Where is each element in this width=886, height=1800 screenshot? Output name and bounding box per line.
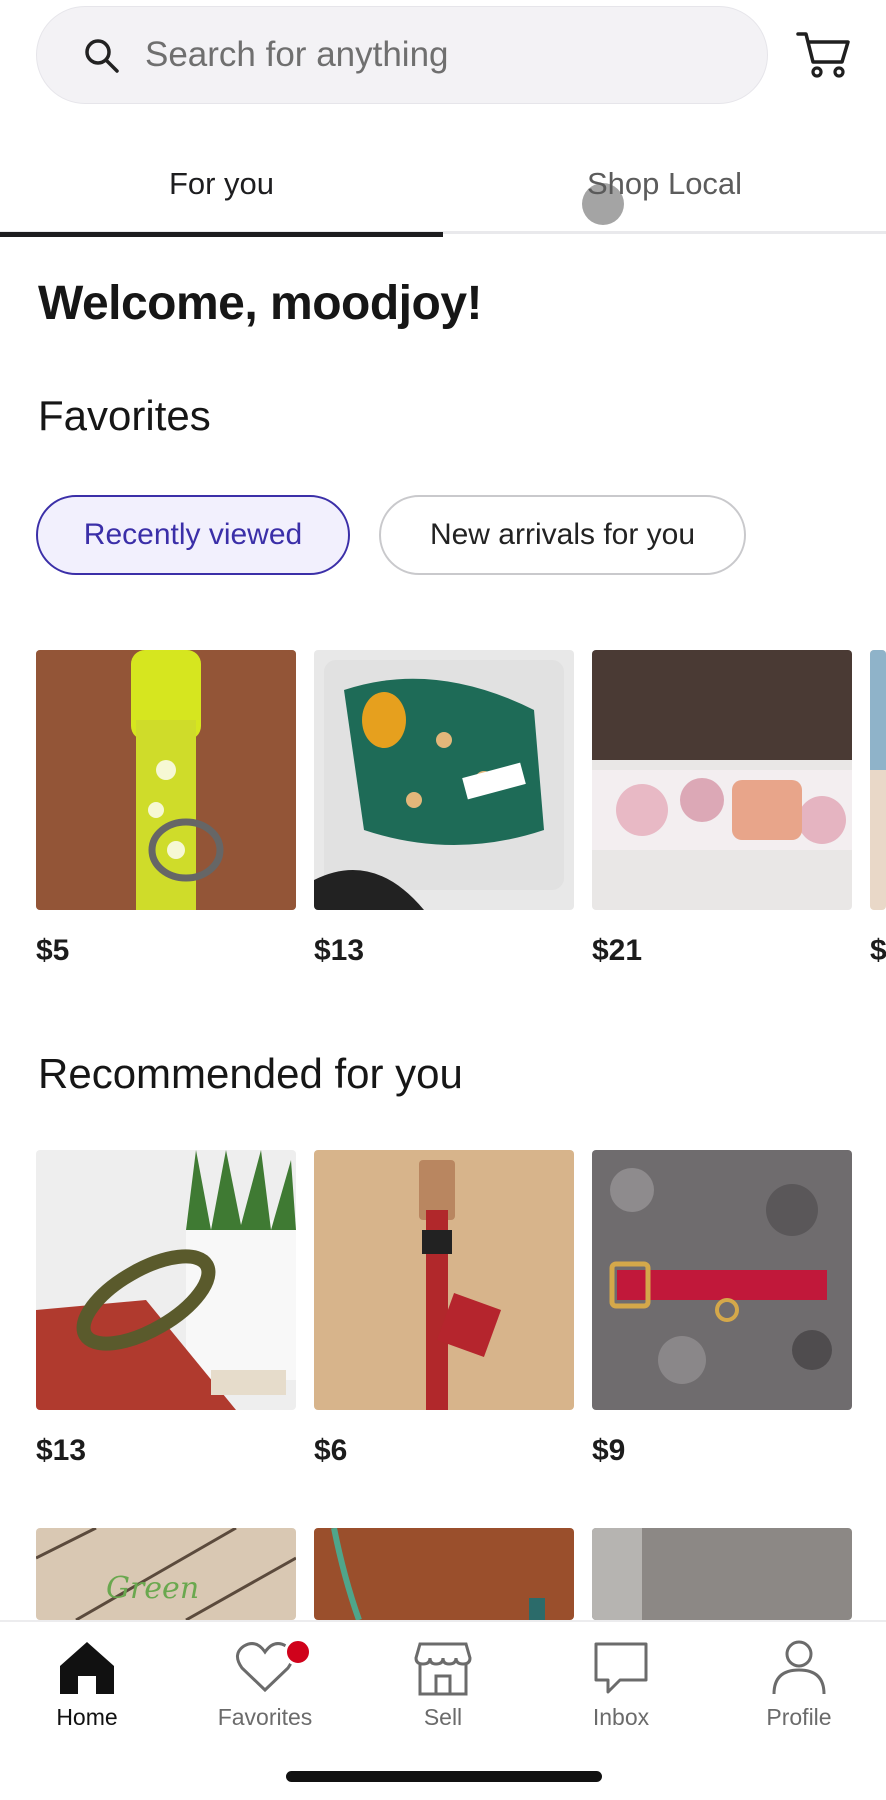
- recommended-item-6-image[interactable]: [592, 1528, 852, 1620]
- red-plaid-leash-photo: [314, 1150, 574, 1410]
- recommended-item-2-price: $6: [314, 1434, 348, 1467]
- yellow-collar-photo: [36, 650, 296, 910]
- tab-shop-local[interactable]: Shop Local: [443, 134, 886, 234]
- nav-favorites-label: Favorites: [217, 1704, 313, 1730]
- favorites-heading: Favorites: [38, 392, 211, 439]
- nav-sell-label: Sell: [423, 1704, 463, 1730]
- favorite-item-3-price: $21: [592, 934, 643, 967]
- partial-green-text: Green: [106, 1571, 199, 1606]
- green-harness-photo: [314, 650, 574, 910]
- search-input[interactable]: [145, 35, 705, 75]
- home-indicator: [286, 1771, 602, 1782]
- favorite-item-1-price: $5: [36, 934, 70, 967]
- recommended-item-5-image[interactable]: [314, 1528, 574, 1620]
- nav-home[interactable]: Home: [12, 1636, 162, 1746]
- partial-product-photo: [870, 650, 886, 910]
- recommended-item-3-image[interactable]: [592, 1150, 852, 1410]
- plaid-collar-on-granite-photo: [592, 1150, 852, 1410]
- person-icon: [772, 1640, 826, 1695]
- active-tab-underline: [0, 232, 443, 237]
- nav-home-label: Home: [56, 1704, 118, 1730]
- shop-icon: [414, 1642, 472, 1696]
- chip-new-arrivals[interactable]: New arrivals for you: [379, 495, 746, 575]
- tab-for-you-label: For you: [168, 166, 275, 201]
- cart-icon[interactable]: [796, 28, 852, 80]
- favorite-item-3-image[interactable]: [592, 650, 852, 910]
- home-icon: [60, 1642, 114, 1694]
- tab-bar: For you Shop Local: [0, 134, 886, 237]
- tab-for-you[interactable]: For you: [0, 134, 443, 237]
- nav-profile[interactable]: Profile: [724, 1636, 874, 1746]
- favorite-item-4-price: $: [870, 934, 886, 967]
- search-bar[interactable]: [36, 6, 768, 104]
- brown-surface-photo: [314, 1528, 574, 1620]
- search-icon: [85, 39, 119, 73]
- recommended-heading: Recommended for you: [38, 1050, 463, 1097]
- floral-collar-photo: [592, 650, 852, 910]
- nav-inbox-label: Inbox: [592, 1704, 650, 1730]
- nav-inbox[interactable]: Inbox: [546, 1636, 696, 1746]
- chip-new-arrivals-label: New arrivals for you: [429, 518, 696, 551]
- nav-sell[interactable]: Sell: [368, 1636, 518, 1746]
- recommended-item-2-image[interactable]: [314, 1150, 574, 1410]
- welcome-heading: Welcome, moodjoy!: [38, 277, 483, 330]
- chip-recently-viewed[interactable]: Recently viewed: [36, 495, 350, 575]
- gray-wall-photo: [592, 1528, 852, 1620]
- recommended-item-4-image[interactable]: Green: [36, 1528, 296, 1620]
- nav-favorites[interactable]: Favorites: [190, 1636, 340, 1746]
- recommended-item-3-price: $9: [592, 1434, 626, 1467]
- favorite-item-1-image[interactable]: [36, 650, 296, 910]
- favorite-item-2-price: $13: [314, 934, 365, 967]
- favorite-item-4-image[interactable]: [870, 650, 886, 910]
- nav-profile-label: Profile: [766, 1704, 832, 1730]
- recommended-item-1-image[interactable]: [36, 1150, 296, 1410]
- favorite-item-2-image[interactable]: [314, 650, 574, 910]
- wood-plank-photo: Green: [36, 1528, 296, 1620]
- chip-recently-viewed-label: Recently viewed: [83, 518, 303, 551]
- chat-icon: [594, 1642, 648, 1694]
- recommended-item-1-price: $13: [36, 1434, 87, 1467]
- camo-collar-photo: [36, 1150, 296, 1410]
- favorites-notification-badge: [284, 1638, 312, 1666]
- touch-indicator: [582, 183, 624, 225]
